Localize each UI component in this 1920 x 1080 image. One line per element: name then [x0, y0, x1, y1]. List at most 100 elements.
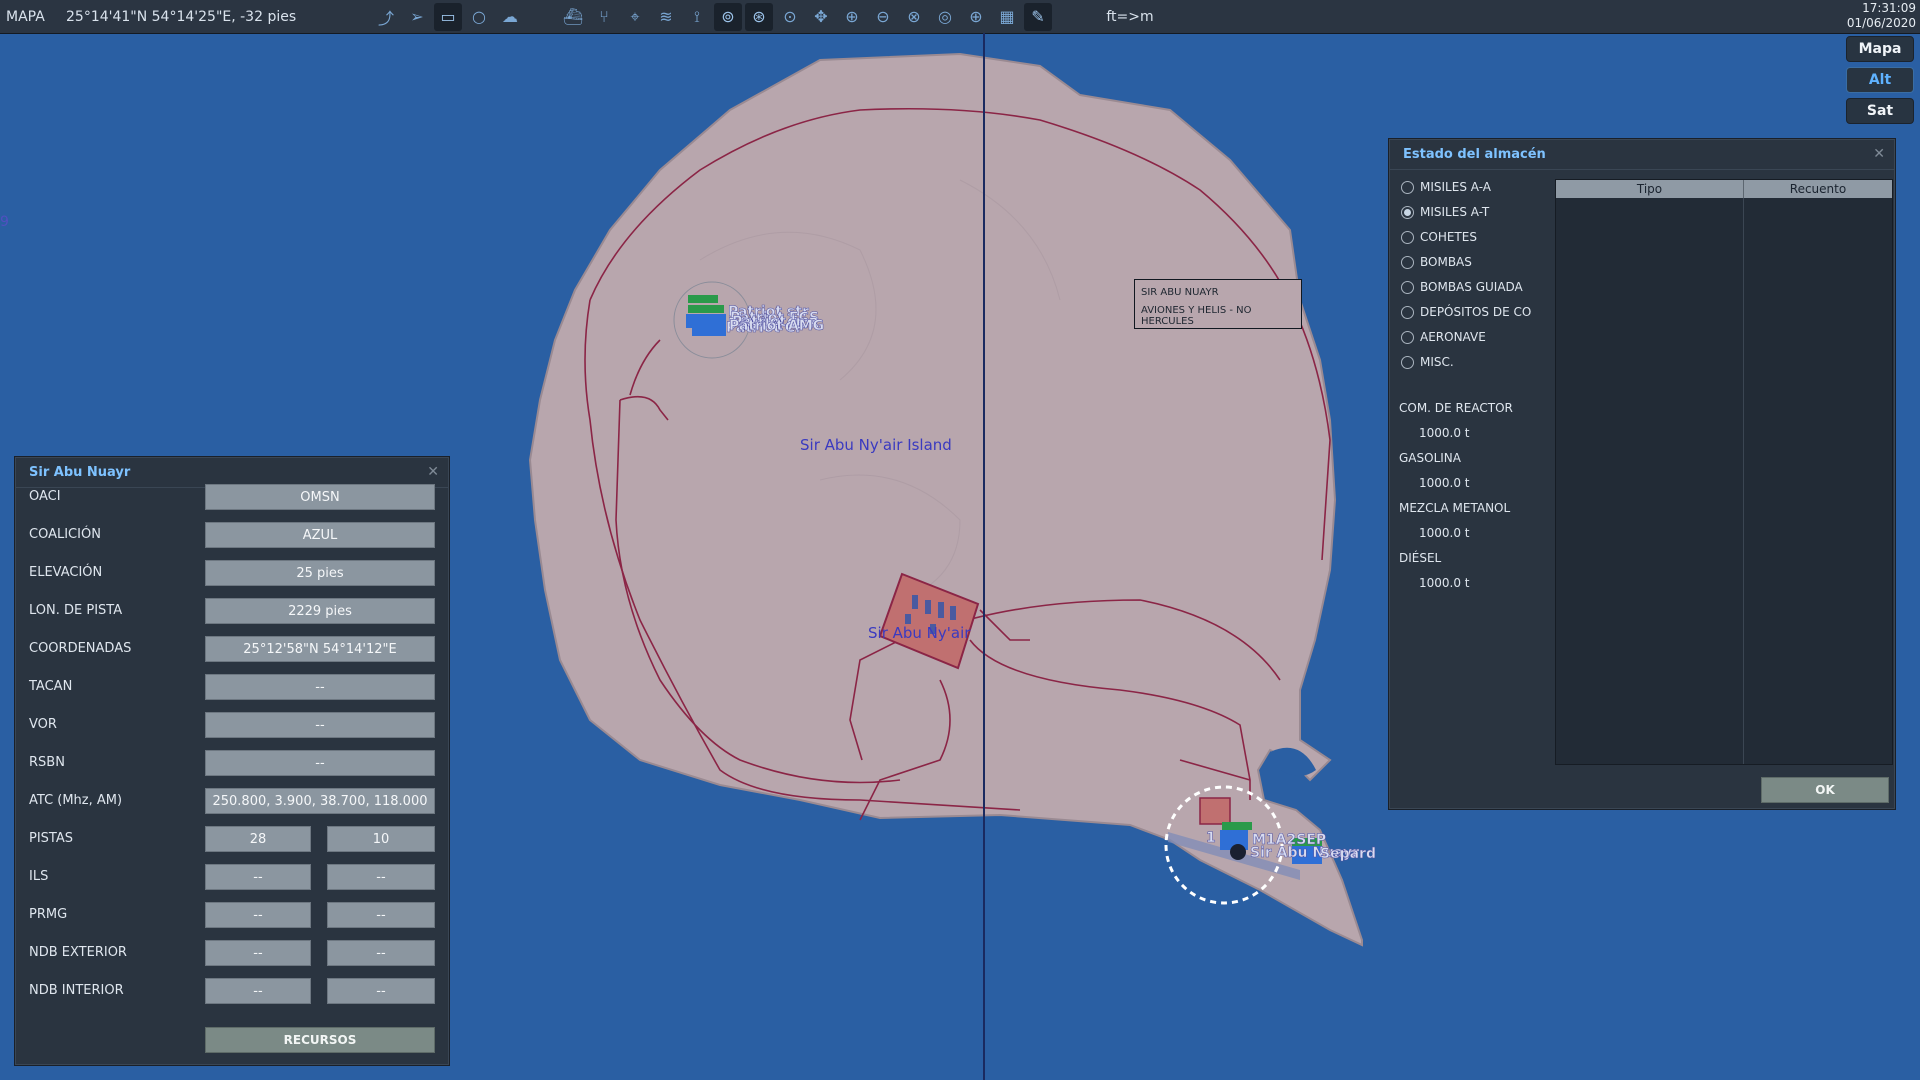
wifi-icon[interactable]: ≋	[652, 3, 680, 31]
column-header-count[interactable]: Recuento	[1744, 180, 1892, 198]
warehouse-panel-title: Estado del almacén	[1403, 146, 1546, 162]
inventory-table[interactable]: Tipo Recuento	[1555, 179, 1893, 765]
edge-marker-icon: 9	[0, 214, 9, 230]
field-label: COORDENADAS	[29, 640, 132, 656]
coalition-field: AZUL	[205, 522, 435, 548]
category-radio[interactable]: AERONAVE	[1401, 327, 1486, 347]
category-label: MISILES A-A	[1420, 180, 1491, 194]
ok-button[interactable]: OK	[1761, 777, 1889, 803]
info-box-name: SIR ABU NUAYR	[1141, 286, 1219, 298]
category-radio[interactable]: BOMBAS	[1401, 252, 1472, 272]
cursor-coordinates: 25°14'41"N 54°14'25"E, -32 pies	[66, 8, 297, 25]
globe-icon[interactable]: ⊕	[962, 3, 990, 31]
fuel-value: 1000.0 t	[1419, 476, 1470, 490]
category-label: MISILES A-T	[1420, 205, 1490, 219]
category-radio[interactable]: COHETES	[1401, 227, 1477, 247]
prmg-2-field: --	[327, 902, 435, 928]
island-label: Sir Abu Ny'air Island	[800, 436, 952, 454]
category-label: MISC.	[1420, 355, 1454, 369]
airbase-info-box[interactable]: SIR ABU NUAYR AVIONES Y HELIS - NO HERCU…	[1134, 279, 1302, 329]
zoom-out-icon[interactable]: ⊖	[869, 3, 897, 31]
grid-icon[interactable]: ▦	[993, 3, 1021, 31]
radio-icon[interactable]	[1401, 355, 1414, 369]
clock-date: 01/06/2020	[1846, 16, 1916, 30]
network-icon[interactable]: ⑂	[590, 3, 618, 31]
radio-selected-icon[interactable]	[1401, 205, 1414, 219]
zoom-in-icon[interactable]: ⊕	[838, 3, 866, 31]
ndb-inner-2-field: --	[327, 978, 435, 1004]
category-radio[interactable]: DEPÓSITOS DE CO	[1401, 302, 1531, 322]
ndb-outer-2-field: --	[327, 940, 435, 966]
ils-2-field: --	[327, 864, 435, 890]
airbase-panel: Sir Abu Nuayr ✕ OACI OMSN COALICIÓN AZUL…	[14, 456, 450, 1066]
layer-sat-button[interactable]: Sat	[1846, 98, 1914, 124]
close-icon[interactable]: ✕	[427, 464, 439, 480]
warehouse-panel-header[interactable]: Estado del almacén ✕	[1389, 139, 1895, 170]
radio-icon[interactable]	[1401, 230, 1414, 244]
zoom-fit-icon[interactable]: ⊗	[900, 3, 928, 31]
field-label: RSBN	[29, 754, 65, 770]
target-icon[interactable]: ⌖	[621, 3, 649, 31]
route-icon[interactable]: ⤴	[372, 3, 400, 31]
icao-field: OMSN	[205, 484, 435, 510]
ils-1-field: --	[205, 864, 311, 890]
fuel-value: 1000.0 t	[1419, 526, 1470, 540]
warehouse-panel: Estado del almacén ✕ MISILES A-A MISILES…	[1388, 138, 1896, 810]
category-label: AERONAVE	[1420, 330, 1486, 344]
radio-icon[interactable]	[1401, 255, 1414, 269]
coordinates-field: 25°12'58"N 54°14'12"E	[205, 636, 435, 662]
category-radio[interactable]: BOMBAS GUIADA	[1401, 277, 1523, 297]
category-radio[interactable]: MISILES A-A	[1401, 177, 1491, 197]
column-divider	[1743, 198, 1744, 764]
resources-button[interactable]: RECURSOS	[205, 1027, 435, 1053]
radio-icon[interactable]	[1401, 280, 1414, 294]
fuel-label: COM. DE REACTOR	[1399, 401, 1513, 415]
tacan-field: --	[205, 674, 435, 700]
zoom-area-b-icon[interactable]: ⊛	[745, 2, 773, 31]
runway-heading-2-field: 10	[327, 826, 435, 852]
unit-toggle-button[interactable]: ft=>m	[1097, 4, 1163, 30]
send-icon[interactable]: ➢	[403, 3, 431, 31]
radio-icon[interactable]	[1401, 330, 1414, 344]
close-icon[interactable]: ✕	[1873, 146, 1885, 162]
fuel-label: MEZCLA METANOL	[1399, 501, 1511, 515]
zoom-area-c-icon[interactable]: ⊙	[776, 3, 804, 31]
elevation-field: 25 pies	[205, 560, 435, 586]
runway-length-field: 2229 pies	[205, 598, 435, 624]
atc-field: 250.800, 3.900, 38.700, 118.000	[205, 788, 435, 814]
ship-icon[interactable]: ⛴	[559, 3, 587, 31]
field-label: LON. DE PISTA	[29, 602, 123, 618]
top-toolbar: MAPA 25°14'41"N 54°14'25"E, -32 pies ⤴ ➢…	[0, 0, 1920, 34]
unit-label: 1	[1206, 830, 1216, 846]
ndb-outer-1-field: --	[205, 940, 311, 966]
info-box-note: AVIONES Y HELIS - NO HERCULES	[1141, 305, 1252, 327]
radio-icon[interactable]	[1401, 180, 1414, 194]
zoom-area-a-icon[interactable]: ⊚	[714, 2, 742, 31]
field-label: TACAN	[29, 678, 73, 694]
map-mode-label: MAPA	[6, 8, 45, 25]
category-label: COHETES	[1420, 230, 1477, 244]
toggle-icon[interactable]: ▭	[434, 2, 462, 31]
circle-icon[interactable]: ○	[465, 3, 493, 31]
unit-label: Patriot AMG	[729, 318, 824, 334]
radio-icon[interactable]	[1401, 305, 1414, 319]
category-radio[interactable]: MISILES A-T	[1401, 202, 1489, 222]
vor-field: --	[205, 712, 435, 738]
pan-icon[interactable]: ✥	[807, 3, 835, 31]
clouds-icon[interactable]: ☁	[496, 3, 524, 31]
layer-map-button[interactable]: Mapa	[1846, 36, 1914, 62]
se-airbase-building	[1199, 797, 1231, 825]
layer-alt-button[interactable]: Alt	[1846, 67, 1914, 93]
tower-icon[interactable]: ⟟	[683, 3, 711, 31]
pencil-icon[interactable]: ✎	[1024, 2, 1052, 31]
category-label: BOMBAS GUIADA	[1420, 280, 1523, 294]
airbase-panel-title: Sir Abu Nuayr	[29, 464, 131, 480]
category-label: BOMBAS	[1420, 255, 1472, 269]
category-radio[interactable]: MISC.	[1401, 352, 1454, 372]
fuel-label: DIÉSEL	[1399, 551, 1442, 565]
ndb-inner-1-field: --	[205, 978, 311, 1004]
column-header-type[interactable]: Tipo	[1556, 180, 1744, 198]
field-label: ATC (Mhz, AM)	[29, 792, 123, 808]
unit-label: Separd	[1320, 846, 1376, 862]
radar-icon[interactable]: ◎	[931, 3, 959, 31]
